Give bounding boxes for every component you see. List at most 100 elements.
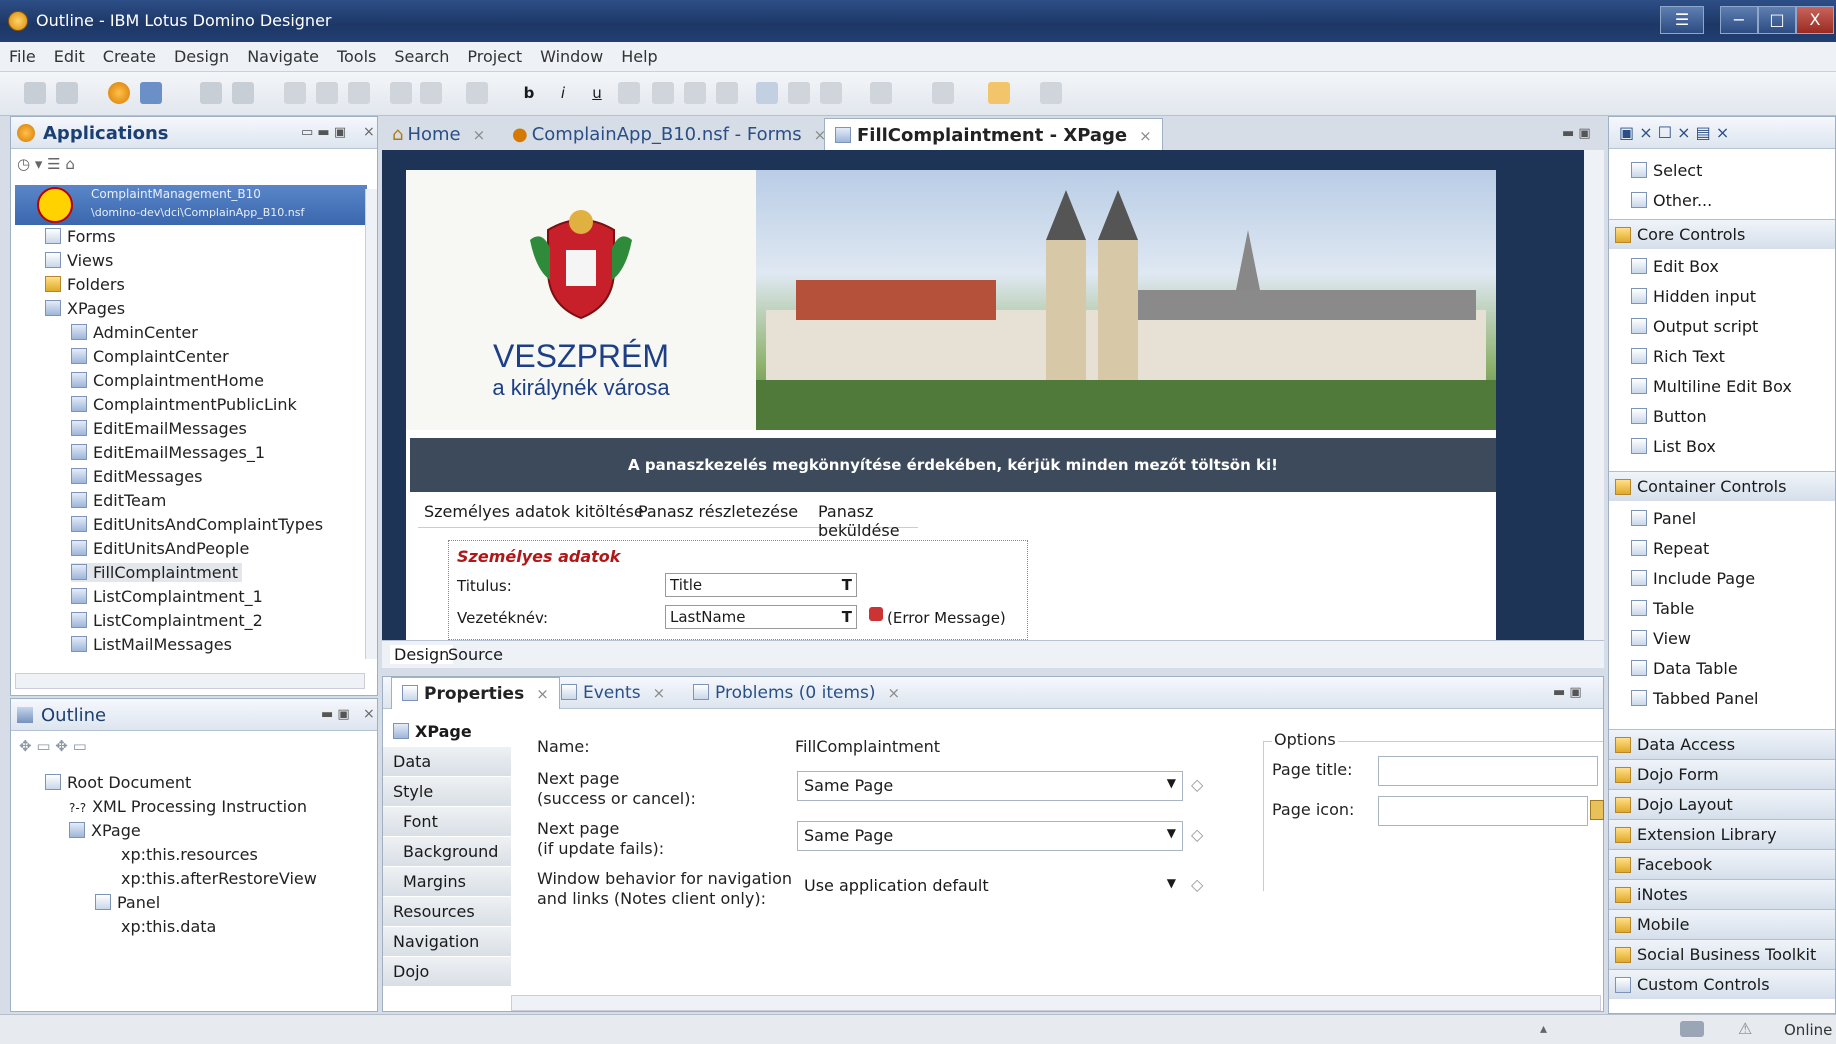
tab-events[interactable]: Events × — [551, 677, 675, 709]
paste-icon[interactable] — [348, 82, 370, 104]
menu-file[interactable]: File — [0, 42, 45, 72]
cut-icon[interactable] — [284, 82, 306, 104]
save-icon[interactable] — [24, 82, 46, 104]
side-navigation[interactable]: Navigation — [383, 927, 511, 957]
category-dojo-form[interactable]: Dojo Form — [1609, 759, 1835, 789]
xpage-item-selected[interactable]: FillComplaintment — [71, 563, 243, 582]
menu-window[interactable]: Window — [531, 42, 612, 72]
close-panel-icon[interactable]: × — [363, 124, 375, 140]
diamond-icon[interactable]: ◇ — [1191, 775, 1203, 794]
navigate-back-icon[interactable] — [988, 82, 1010, 104]
print-icon[interactable] — [56, 82, 78, 104]
box-icon[interactable] — [466, 82, 488, 104]
category-inotes[interactable]: iNotes — [1609, 879, 1835, 909]
palette-hidden-input[interactable]: Hidden input — [1631, 287, 1756, 306]
category-facebook[interactable]: Facebook — [1609, 849, 1835, 879]
tree-item-views[interactable]: Views — [45, 251, 113, 270]
diamond-icon[interactable]: ◇ — [1191, 875, 1203, 894]
applications-scrollbar[interactable] — [365, 189, 377, 659]
category-container-controls[interactable]: Container Controls — [1609, 471, 1835, 501]
next-page-select[interactable]: Same Page ▼ — [797, 771, 1183, 801]
category-data-access[interactable]: Data Access — [1609, 729, 1835, 759]
properties-hscrollbar[interactable] — [511, 995, 1601, 1011]
form-tab-details[interactable]: Panasz részletezése — [638, 502, 798, 521]
tab-properties[interactable]: Properties × — [391, 677, 560, 709]
category-mobile[interactable]: Mobile — [1609, 909, 1835, 939]
palette-table[interactable]: Table — [1631, 599, 1694, 618]
menu-tools[interactable]: Tools — [328, 42, 385, 72]
browse-icon[interactable] — [1590, 800, 1604, 820]
close-tab-icon[interactable]: × — [473, 126, 486, 144]
tree-item-folders[interactable]: Folders — [45, 275, 125, 294]
scroll-up-icon[interactable]: ▴ — [1540, 1021, 1547, 1037]
xpage-item[interactable]: EditEmailMessages — [71, 419, 247, 438]
navigate-forward-icon[interactable] — [1040, 82, 1062, 104]
outline-after-restore[interactable]: xp:this.afterRestoreView — [121, 869, 317, 888]
palette-rich-text[interactable]: Rich Text — [1631, 347, 1725, 366]
minimize-panel-icon[interactable]: ▭ ▬ ▣ — [301, 125, 346, 140]
design-tab[interactable]: Design — [390, 645, 454, 664]
align-center-icon[interactable] — [788, 82, 810, 104]
close-tab-icon[interactable]: × — [653, 684, 666, 702]
tab-fillcomplaintment[interactable]: FillComplaintment - XPage × — [824, 118, 1163, 150]
side-xpage[interactable]: XPage — [383, 717, 511, 747]
applications-hscrollbar[interactable] — [15, 673, 365, 689]
outline-data[interactable]: xp:this.data — [121, 917, 216, 936]
next-page-fail-select[interactable]: Same Page ▼ — [797, 821, 1183, 851]
palette-view[interactable]: View — [1631, 629, 1691, 648]
side-dojo[interactable]: Dojo — [383, 957, 511, 987]
palette-panel[interactable]: Panel — [1631, 509, 1696, 528]
side-resources[interactable]: Resources — [383, 897, 511, 927]
online-status[interactable]: Online — [1784, 1021, 1832, 1039]
palette-include-page[interactable]: Include Page — [1631, 569, 1755, 588]
xpage-item[interactable]: EditUnitsAndPeople — [71, 539, 249, 558]
xpage-item[interactable]: ComplaintmentHome — [71, 371, 264, 390]
category-core-controls[interactable]: Core Controls — [1609, 219, 1835, 249]
underline-icon[interactable]: u — [586, 82, 608, 104]
menu-edit[interactable]: Edit — [45, 42, 94, 72]
palette-view-tabs[interactable]: ▣ × ☐ × ▤ × — [1619, 123, 1729, 142]
menu-help[interactable]: Help — [612, 42, 666, 72]
list-icon[interactable] — [684, 82, 706, 104]
outline-xpage[interactable]: XPage — [69, 821, 141, 840]
lastname-input[interactable]: LastName T — [665, 605, 857, 629]
category-custom-controls[interactable]: Custom Controls — [1609, 969, 1835, 999]
tree-item-xpages[interactable]: XPages — [45, 299, 125, 318]
minimize-button[interactable]: − — [1720, 6, 1758, 34]
selected-application[interactable]: ComplaintManagement_B10 \domino-dev\dci\… — [15, 185, 367, 225]
page-icon-input[interactable] — [1378, 796, 1588, 826]
new-icon[interactable] — [140, 82, 162, 104]
diamond-icon[interactable]: ◇ — [1191, 825, 1203, 844]
text-color-icon[interactable] — [652, 82, 674, 104]
xpage-item[interactable]: ListMailMessages — [71, 635, 232, 654]
tab-home[interactable]: ⌂ Home × — [382, 118, 495, 150]
outline-toolbar[interactable]: ✥ ▭ ✥ ▭ — [19, 737, 87, 755]
close-tab-icon[interactable]: × — [888, 684, 901, 702]
xpage-item[interactable]: ListComplaintment_1 — [71, 587, 263, 606]
italic-icon[interactable]: i — [552, 82, 574, 104]
refresh-icon[interactable] — [932, 82, 954, 104]
side-background[interactable]: Background — [383, 837, 511, 867]
window-menu-button[interactable]: ☰ — [1660, 6, 1704, 34]
minimize-panel-icon[interactable]: ▬ ▣ — [321, 707, 350, 722]
canvas-scrollbar[interactable] — [1584, 150, 1604, 640]
copy-icon[interactable] — [316, 82, 338, 104]
form-tab-submit[interactable]: Panasz beküldése — [818, 502, 918, 540]
xpage-item[interactable]: EditEmailMessages_1 — [71, 443, 265, 462]
outline-resources[interactable]: xp:this.resources — [121, 845, 258, 864]
palette-other[interactable]: Other... — [1631, 191, 1712, 210]
font-size-icon[interactable] — [618, 82, 640, 104]
close-panel-icon[interactable]: × — [363, 706, 375, 722]
menu-search[interactable]: Search — [385, 42, 458, 72]
palette-output-script[interactable]: Output script — [1631, 317, 1758, 336]
grid-icon[interactable] — [420, 82, 442, 104]
close-tab-icon[interactable]: × — [1139, 127, 1152, 145]
xpage-item[interactable]: ListComplaintment_2 — [71, 611, 263, 630]
menu-navigate[interactable]: Navigate — [238, 42, 328, 72]
back-icon[interactable] — [200, 82, 222, 104]
palette-button[interactable]: Button — [1631, 407, 1707, 426]
close-tab-icon[interactable]: × — [536, 685, 549, 703]
tab-problems[interactable]: Problems (0 items) × — [683, 677, 910, 709]
xpage-item[interactable]: EditTeam — [71, 491, 166, 510]
side-font[interactable]: Font — [383, 807, 511, 837]
